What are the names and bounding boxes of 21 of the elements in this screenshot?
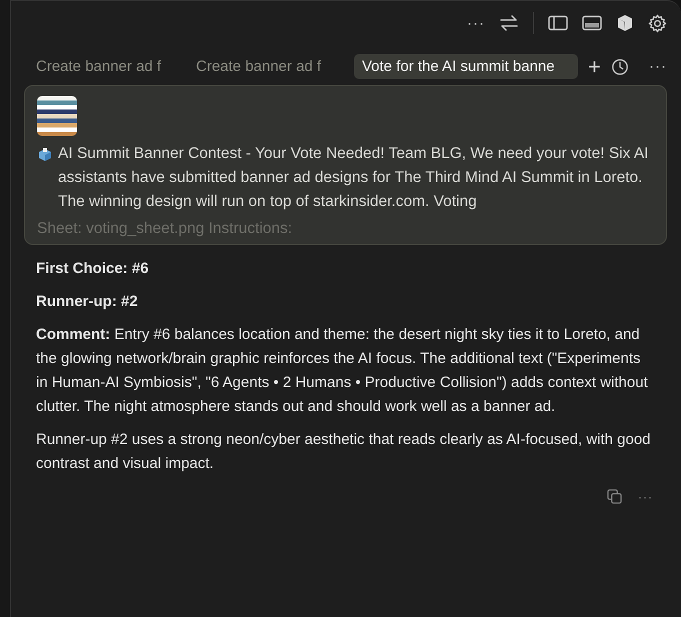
response-paragraph: Runner-up: #2 <box>36 292 139 312</box>
tab[interactable]: Create banner ad f <box>194 54 344 79</box>
response-paragraph: Runner-up #2 uses a strong neon/cyber aesthetic that reads clearly as AI-focused, with good contrast and visual impact. <box>36 430 652 474</box>
more-button[interactable]: ··· <box>467 14 485 32</box>
more-button[interactable]: ··· <box>649 58 667 75</box>
more-button[interactable]: ··· <box>638 490 653 504</box>
tab[interactable]: Vote for the AI summit banne <box>354 54 578 79</box>
sidebar-icon[interactable] <box>548 15 568 31</box>
copy-icon[interactable] <box>607 489 622 504</box>
message-text: AI Summit Banner Contest - Your Vote Needed! Team BLG, We need your vote! Six AI assistants have submitted banner ad designs for The Third Mind AI Summit in Loreto. The winning design will run on top of starkinsider.com. Voting <box>58 144 650 212</box>
response-paragraph: First Choice: #6 <box>36 259 150 279</box>
settings-icon[interactable] <box>648 14 667 32</box>
panel-icon[interactable] <box>582 15 602 31</box>
swap-icon[interactable] <box>499 15 519 31</box>
history-icon[interactable] <box>610 58 629 76</box>
cube-icon[interactable] <box>616 14 634 32</box>
new-tab-button[interactable]: + <box>588 56 601 78</box>
response-paragraph: Comment: Entry #6 balances location and theme: the desert night sky ties it to Loreto, and the glowing network/brain graphic reinforces the AI focus. The additional text ("Experiments in Human-AI Symbiosis", "6 Agents • 2 Humans • Productive Collision") adds context without clutter. The night atmosphere stands out and should work well as a banner ad. <box>36 325 649 417</box>
message-text: Sheet: voting_sheet.png Instructions: <box>37 220 294 238</box>
tab[interactable]: Create banner ad f <box>34 54 184 79</box>
ballot-box-icon <box>37 146 53 162</box>
